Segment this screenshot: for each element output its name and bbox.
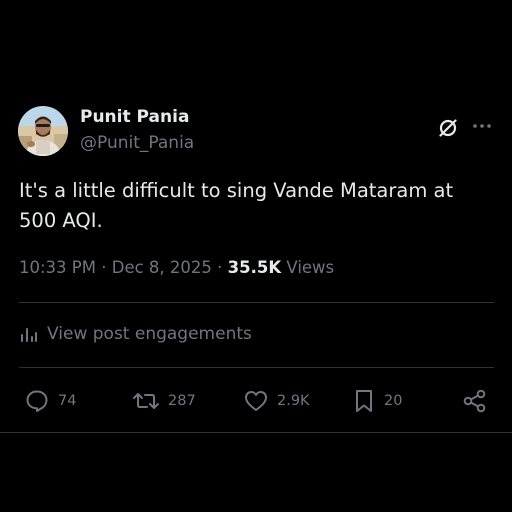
grok-icon [439, 119, 457, 137]
bookmark-button[interactable]: 20 [352, 386, 402, 416]
bottom-divider [0, 432, 512, 433]
avatar-photo [18, 106, 68, 156]
divider [19, 367, 494, 368]
share-icon [463, 389, 486, 413]
views-count: 35.5K [227, 258, 282, 277]
post-time[interactable]: 10:33 PM [19, 258, 96, 277]
like-button[interactable]: 2.9K [243, 386, 310, 416]
repost-icon [133, 393, 159, 409]
heart-icon [245, 391, 267, 411]
author-handle[interactable]: @Punit_Pania [80, 133, 194, 153]
repost-count: 287 [168, 393, 196, 409]
grok-button[interactable] [436, 116, 460, 140]
avatar[interactable] [18, 106, 68, 156]
reply-button[interactable]: 74 [24, 386, 76, 416]
tweet: Punit Pania @Punit_Pania It's a little d… [0, 0, 512, 512]
author-display-name[interactable]: Punit Pania [80, 107, 189, 127]
repost-button[interactable]: 287 [132, 386, 196, 416]
views-label: Views [286, 258, 335, 277]
analytics-icon [21, 328, 37, 342]
post-text: It's a little difficult to sing Vande Ma… [19, 179, 454, 232]
post-date[interactable]: Dec 8, 2025 [112, 258, 212, 277]
bookmark-icon [356, 390, 372, 412]
meta-separator: · [217, 258, 223, 277]
reply-count: 74 [58, 393, 77, 409]
reply-icon [26, 390, 48, 412]
more-icon [473, 124, 491, 128]
bookmark-count: 20 [384, 393, 403, 409]
post-meta: 10:33 PM · Dec 8, 2025 · 35.5K Views [19, 258, 334, 277]
engagements-label: View post engagements [47, 324, 252, 344]
more-button[interactable] [470, 116, 494, 136]
divider [19, 302, 494, 303]
view-engagements-link[interactable]: View post engagements [19, 324, 252, 344]
like-count: 2.9K [277, 393, 310, 409]
meta-separator: · [101, 258, 107, 277]
action-bar: 74 287 2.9K 20 [0, 386, 512, 416]
share-button[interactable] [462, 386, 488, 416]
